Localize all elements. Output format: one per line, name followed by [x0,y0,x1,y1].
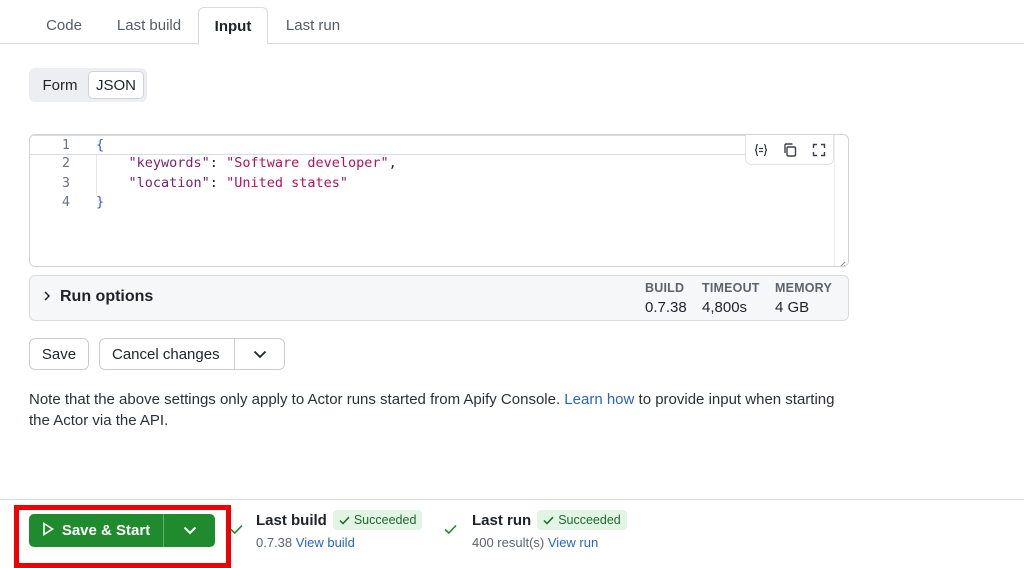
input-mode-toggle: Form JSON [29,68,147,102]
run-results-count: 400 result(s) [472,535,545,550]
json-value: "Software developer" [226,155,389,171]
json-mode-label: JSON [95,76,136,94]
tab-label: Last build [116,17,182,34]
check-icon [230,522,243,539]
editor-line-4: 4 } [30,193,835,213]
json-value: "United states" [226,175,348,191]
memory-value: 4 GB [775,299,810,316]
resize-handle-icon[interactable] [838,256,846,266]
status-badge: Succeeded [332,510,423,530]
build-meta: BUILD 0.7.38 [645,281,687,316]
last-build-title: Last build [256,511,327,529]
status-badge: Succeeded [537,510,627,530]
chevron-down-icon [253,346,267,363]
last-run-status: Last run Succeeded 400 result(s) View ru… [472,510,627,550]
line-number: 3 [61,175,70,191]
tab-input[interactable]: Input [198,7,268,45]
format-icon[interactable] [746,135,775,164]
build-version: 0.7.38 [256,535,293,550]
tab-code[interactable]: Code [29,7,99,44]
cancel-options-dropdown[interactable] [234,339,284,369]
last-run-title: Last run [472,511,532,529]
json-key: "location" [128,175,210,191]
cancel-changes-button[interactable]: Cancel changes [99,338,285,370]
run-options-panel: Run options BUILD 0.7.38 TIMEOUT 4,800s … [29,275,849,321]
run-options-label: Run options [60,288,154,305]
copy-icon[interactable] [775,135,804,164]
json-mode-button[interactable]: JSON [88,71,144,99]
memory-meta: MEMORY 4 GB [775,281,832,316]
last-build-status: Last build Succeeded 0.7.38 View build [256,510,423,550]
json-colon: : [209,155,227,171]
timeout-meta: TIMEOUT 4,800s [702,281,760,316]
run-options-toggle[interactable]: Run options [42,288,153,306]
settings-note: Note that the above settings only apply … [29,389,849,431]
editor-line-2: 2 "keywords": "Software developer", [30,154,835,174]
json-close-brace: } [96,194,105,210]
line-number: 4 [61,194,70,210]
line-number: 1 [61,137,70,153]
check-icon [444,522,457,539]
status-badge-text: Succeeded [558,513,621,527]
check-icon [339,516,350,525]
memory-label: MEMORY [775,281,832,295]
status-badge-text: Succeeded [353,513,417,527]
json-colon: : [209,175,227,191]
line-number: 2 [61,155,70,171]
build-label: BUILD [645,281,685,295]
tab-label: Code [46,17,82,34]
tab-last-run[interactable]: Last run [272,7,354,44]
learn-how-link[interactable]: Learn how [564,391,634,408]
timeout-value: 4,800s [702,299,748,316]
json-entry-location: "location": "United states" [96,175,348,191]
editor-line-1: 1 { [30,135,835,155]
save-button-label: Save [41,345,77,363]
fullscreen-icon[interactable] [804,135,833,164]
form-mode-label: Form [42,76,78,94]
editor-line-3: 3 "location": "United states" [30,174,835,194]
json-open-brace: { [96,137,105,153]
json-editor[interactable]: 1 { 2 "keywords": "Software developer", … [29,134,849,267]
view-run-link[interactable]: View run [548,535,598,550]
save-button[interactable]: Save [29,338,89,370]
note-text: Note that the above settings only apply … [29,391,565,408]
highlight-box [14,505,231,568]
json-key: "keywords" [128,155,210,171]
editor-scrollbar[interactable] [834,135,848,266]
editor-toolbar [745,135,834,165]
tab-last-build[interactable]: Last build [103,7,195,44]
tab-bar: Code Last build Input Last run [0,0,1024,45]
timeout-label: TIMEOUT [702,281,760,295]
form-mode-button[interactable]: Form [33,71,87,99]
cancel-changes-label: Cancel changes [112,345,220,363]
chevron-right-icon [42,289,52,306]
json-comma: , [388,155,397,171]
tab-label: Input [214,17,252,35]
build-value: 0.7.38 [645,299,687,316]
view-build-link[interactable]: View build [296,535,355,550]
check-icon [543,516,554,525]
tab-label: Last run [285,17,341,34]
json-entry-keywords: "keywords": "Software developer", [96,155,397,171]
